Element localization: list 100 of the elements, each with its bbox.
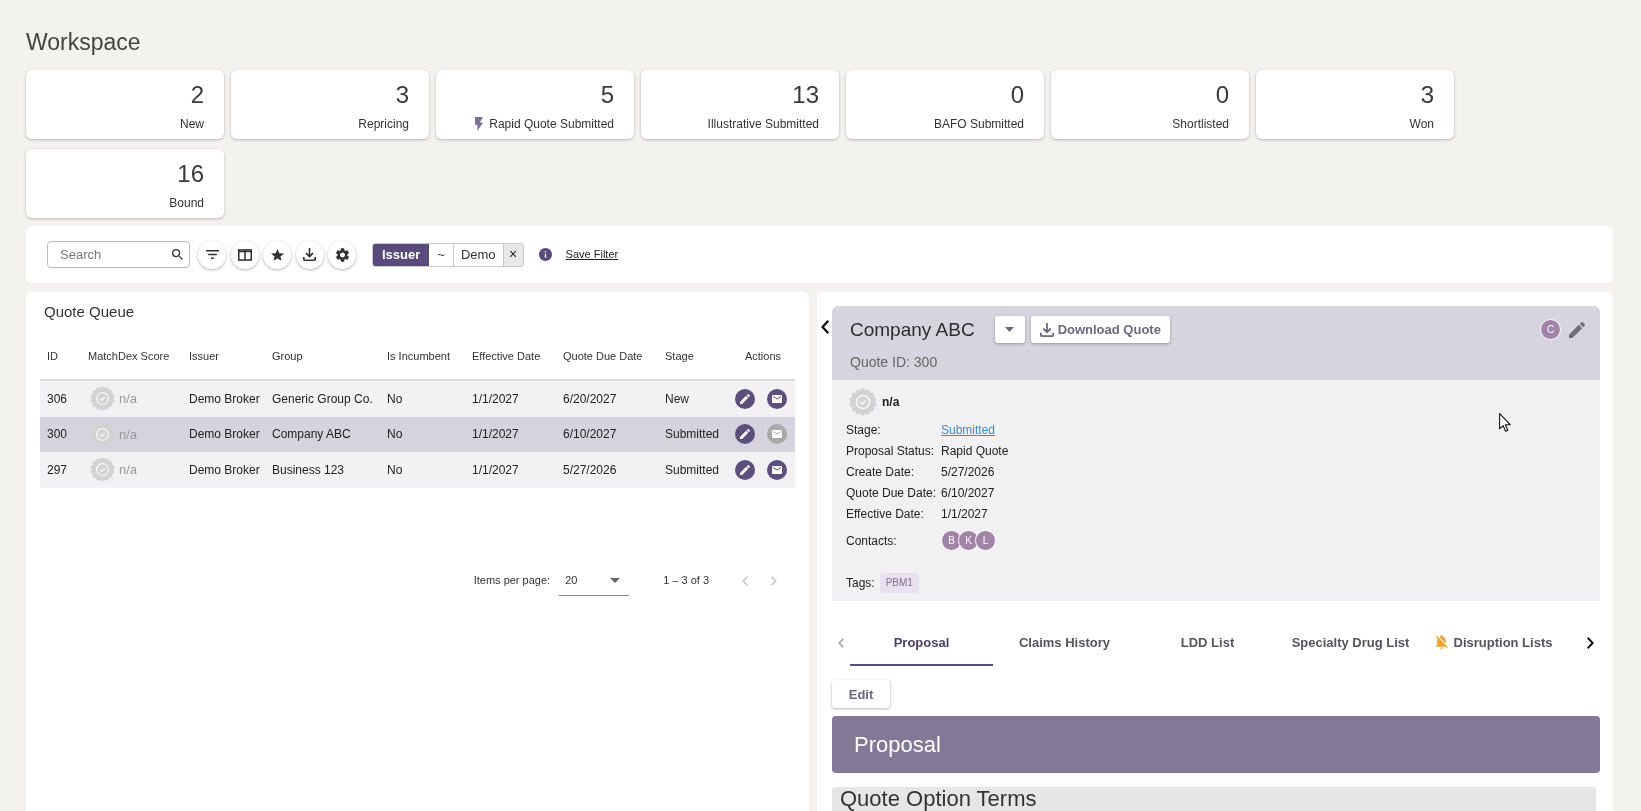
bolt-icon [475, 117, 484, 131]
edit-button[interactable]: Edit [832, 680, 890, 709]
search-field[interactable]: Search [47, 241, 190, 268]
edit-button[interactable] [1568, 321, 1585, 338]
filter-operator: ~ [429, 243, 454, 266]
column-header: Group [272, 348, 303, 364]
edit-button[interactable] [735, 424, 755, 445]
pencil-icon [740, 393, 750, 404]
table-cell-text: No [387, 461, 403, 479]
table-cell-text: No [387, 426, 403, 444]
score-text: n/a [119, 461, 138, 479]
status-card[interactable]: 3 Won [1256, 70, 1454, 139]
field-label: Quote Due Date: [846, 486, 937, 500]
score-text: n/a [119, 390, 138, 408]
table-row[interactable]: 306 n/a Demo Broker Generic Group Co. No 1/1/2027 6/20/2027 New [40, 381, 795, 417]
tag-chip: PBM1 [879, 572, 919, 593]
table-cell-text: Submitted [665, 461, 720, 479]
field-label: Stage: [846, 423, 881, 437]
count-number: 5 [600, 81, 614, 109]
table-cell-text: 300 [47, 426, 68, 444]
status-card[interactable]: 16 Bound [26, 149, 224, 218]
section-header: Proposal [832, 716, 1600, 773]
envelope-icon [772, 465, 782, 474]
table-cell-text: 5/27/2026 [563, 461, 617, 479]
column-header: Actions [744, 348, 782, 364]
chevron-left-icon [820, 320, 829, 334]
contact-avatar: K [958, 530, 979, 551]
table-row[interactable]: 297 n/a Demo Broker Business 123 No 1/1/2027 5/27/2026 Submitted [40, 452, 795, 488]
count-number: 3 [395, 81, 409, 109]
info-icon [538, 248, 552, 261]
count-number: 3 [1420, 81, 1434, 109]
tab[interactable]: Specialty Drug List [1279, 620, 1422, 667]
email-button[interactable] [767, 459, 787, 480]
download-button[interactable] [295, 240, 324, 269]
contact-avatar: L [975, 530, 996, 551]
chevron-left-icon [838, 638, 844, 649]
save-filter-link[interactable]: Save Filter [565, 246, 619, 263]
settings-button[interactable] [328, 240, 356, 269]
card-label: Shortlisted [1172, 116, 1229, 132]
email-button[interactable] [767, 388, 787, 409]
table-row[interactable]: 300 n/a Demo Broker Company ABC No 1/1/2027 6/10/2027 Submitted [40, 416, 795, 452]
field-label: Effective Date: [846, 507, 924, 521]
card-label: Illustrative Submitted [707, 116, 819, 132]
table-cell-text: 1/1/2027 [472, 390, 519, 408]
field-label: Contacts: [846, 533, 897, 548]
status-card[interactable]: 5 Rapid Quote Submitted [436, 70, 634, 139]
table-cell-text: Demo Broker [189, 426, 260, 444]
mouse-pointer-icon [1499, 413, 1511, 432]
column-header: MatchDex Score [88, 348, 170, 364]
filter-button[interactable] [198, 240, 226, 269]
count-number: 0 [1010, 81, 1024, 109]
status-card[interactable]: 0 BAFO Submitted [846, 70, 1044, 139]
search-icon [172, 249, 183, 260]
contact-avatar: B [941, 530, 962, 551]
field-value: Rapid Quote [941, 443, 1009, 460]
remove-filter-button[interactable]: × [502, 243, 523, 266]
field-label: Proposal Status: [846, 444, 935, 458]
user-avatar: C [1540, 319, 1561, 340]
pagination-label: Items per page: [473, 573, 551, 589]
table-cell-text: 6/20/2027 [563, 390, 617, 408]
caret-down-icon [610, 577, 621, 583]
table-cell-text: Business 123 [272, 461, 345, 479]
dropdown-button[interactable] [994, 316, 1025, 343]
column-header: Is Incumbent [387, 348, 450, 364]
column-header: ID [47, 348, 58, 364]
count-number: 16 [177, 160, 204, 188]
filter-field-label: Issuer [373, 243, 430, 266]
favorites-button[interactable] [263, 240, 291, 269]
filter-icon [205, 250, 219, 259]
status-card[interactable]: 2 New [26, 70, 224, 139]
edit-button[interactable] [735, 459, 755, 480]
tab[interactable]: Proposal [850, 620, 993, 667]
tab[interactable]: Claims History [993, 620, 1136, 667]
table-cell-text: No [387, 390, 403, 408]
count-number: 13 [792, 81, 819, 109]
status-card[interactable]: 0 Shortlisted [1051, 70, 1249, 139]
status-card[interactable]: 3 Repricing [231, 70, 429, 139]
download-quote-button[interactable]: Download Quote [1030, 316, 1170, 343]
caret-down-icon [1005, 327, 1015, 332]
edit-button[interactable] [735, 388, 755, 409]
chevron-right-icon [771, 575, 777, 586]
subsection-header: Quote Option Terms [832, 787, 1596, 811]
table-cell-text: 306 [47, 390, 68, 408]
company-name: Company ABC [850, 317, 975, 342]
field-value: 5/27/2026 [941, 464, 995, 481]
download-icon [303, 248, 316, 261]
status-card[interactable]: 13 Illustrative Submitted [641, 70, 839, 139]
download-icon [1039, 322, 1054, 337]
column-header: Effective Date [472, 348, 541, 364]
columns-button[interactable] [230, 240, 259, 269]
tab[interactable]: LDD List [1136, 620, 1279, 667]
filter-value: Demo [459, 245, 497, 264]
card-label: Repricing [358, 116, 409, 132]
page-size-select[interactable]: 20 [559, 565, 630, 596]
field-label: Tags: [846, 574, 875, 592]
column-header: Stage [665, 348, 694, 364]
card-label: Bound [169, 195, 204, 211]
tab[interactable]: Disruption Lists [1422, 620, 1565, 667]
table-cell-text: Company ABC [272, 426, 351, 444]
pencil-icon [740, 429, 750, 440]
